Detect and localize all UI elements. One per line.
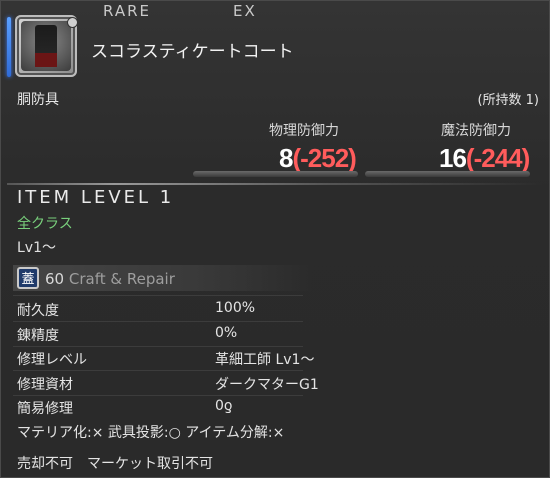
status-dot-icon <box>67 17 78 28</box>
durability-value: 100% <box>215 300 256 316</box>
craft-level: 60 <box>45 270 65 288</box>
item-category: 胴防具 <box>17 92 59 108</box>
craft-job-icon: 蓋 <box>17 267 39 289</box>
physical-defense-label: 物理防御力 <box>269 123 339 139</box>
item-flags: マテリア化:× 武具投影:○ アイテム分解:× <box>17 425 285 441</box>
divider <box>13 395 303 396</box>
quick-repair-value: 0ƍ <box>215 398 233 414</box>
coat-icon <box>35 25 57 67</box>
item-level: ITEM LEVEL 1 <box>17 187 175 208</box>
durability-label: 耐久度 <box>17 303 59 319</box>
owned-count: (所持数 1) <box>477 93 539 108</box>
divider <box>13 346 303 347</box>
physical-defense-number: 8 <box>279 143 294 173</box>
repair-material-label: 修理資材 <box>17 377 73 393</box>
magic-defense-number: 16 <box>439 143 467 173</box>
rarity-label: RARE <box>103 2 151 20</box>
item-name: スコラスティケートコート <box>91 42 294 62</box>
magic-defense-value: 16(-244) <box>439 143 530 174</box>
physical-defense-bar <box>193 171 358 177</box>
level-requirement: Lv1～ <box>17 240 56 256</box>
divider <box>13 321 303 322</box>
trade-restrictions: 売却不可 マーケット取引不可 <box>17 456 213 472</box>
divider <box>13 370 303 371</box>
physical-defense-value: 8(-252) <box>279 143 357 174</box>
ex-label: EX <box>233 2 257 20</box>
item-tooltip-window: RARE EX スコラスティケートコート 胴防具 (所持数 1) 物理防御力 8… <box>0 0 550 478</box>
magic-defense-label: 魔法防御力 <box>441 123 511 139</box>
class-restriction: 全クラス <box>17 216 73 232</box>
divider <box>13 295 303 296</box>
physical-defense-delta: (-252) <box>292 143 356 173</box>
spiritbond-label: 錬精度 <box>17 328 59 344</box>
craft-label: Craft & Repair <box>68 270 175 288</box>
spiritbond-value: 0% <box>215 325 238 341</box>
repair-level-value: 革細工師 Lv1～ <box>215 352 315 368</box>
quick-repair-label: 簡易修理 <box>17 401 73 417</box>
section-divider <box>7 183 543 185</box>
repair-level-label: 修理レベル <box>17 352 87 368</box>
magic-defense-bar <box>365 171 530 177</box>
magic-defense-delta: (-244) <box>465 143 530 173</box>
craft-info: 60 Craft & Repair <box>45 270 175 288</box>
repair-material-value: ダークマターG1 <box>215 377 319 393</box>
selection-indicator <box>7 17 11 77</box>
